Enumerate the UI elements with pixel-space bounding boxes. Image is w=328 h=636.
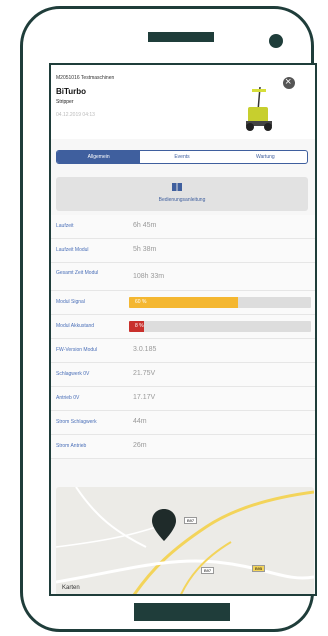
row-value: 5h 38m [133,246,157,253]
battery-bar: 8 % [129,321,311,332]
signal-bar-text: 60 % [135,299,147,305]
phone-home-button[interactable] [134,603,230,621]
info-row-modul-signal: Modul Signal 60 % [51,291,315,315]
location-map[interactable]: B97 B97 B95 Karten [56,487,314,594]
close-icon[interactable] [283,75,295,89]
row-value: 26m [133,442,147,449]
road-label: B97 [184,517,198,524]
machine-image [246,86,272,131]
manual-button[interactable]: Bedienungsanleitung [56,177,308,211]
row-value: 6h 45m [133,222,157,229]
row-label: FW-Version Modul [56,347,98,353]
detail-header: M2051016 Testmaschinen BiTurbo Stripper … [51,65,315,139]
manual-label: Bedienungsanleitung [158,197,206,203]
phone-camera [269,34,283,48]
machine-subtitle: M2051016 Testmaschinen [56,75,115,81]
row-label: Modul Akkustand [56,323,95,329]
map-credit: Karten [62,585,80,591]
info-row-antrieb-v: Antrieb 0V 17.17V [51,387,315,411]
book-icon [172,183,182,191]
tab-wartung[interactable]: Wartung [224,151,307,163]
row-value: 3.0.185 [133,346,157,353]
info-row-strom-antrieb: Strom Antrieb 26m [51,435,315,459]
road-label: B95 [252,565,266,572]
row-label: Laufzeit Modul [56,247,89,253]
info-row-strom-schlagwerk: Strom Schlagwerk 44m [51,411,315,435]
row-label: Gesamt Zeit Modul [56,270,99,276]
row-label: Schlagwerk 0V [56,371,90,377]
tab-events[interactable]: Events [140,151,223,163]
row-label: Modul Signal [56,299,85,305]
row-label: Laufzeit [56,223,74,229]
phone-speaker [148,32,214,42]
signal-bar: 60 % [129,297,311,308]
row-label: Strom Antrieb [56,443,87,449]
info-row-modul-akku: Modul Akkustand 8 % [51,315,315,339]
row-value: 108h 33m [133,273,165,280]
row-value: 44m [133,418,147,425]
machine-category: Stripper [56,99,74,105]
road-label: B97 [201,567,215,574]
app-screen: M2051016 Testmaschinen BiTurbo Stripper … [49,63,317,596]
row-value: 17.17V [133,394,156,401]
row-label: Antrieb 0V [56,395,80,401]
machine-title: BiTurbo [56,87,87,96]
location-pin-icon[interactable] [152,509,176,541]
machine-date: 04.12.2019 04:13 [56,112,95,118]
info-row-laufzeit-modul: Laufzeit Modul 5h 38m [51,239,315,263]
battery-bar-text: 8 % [135,323,144,329]
row-label: Strom Schlagwerk [56,419,97,425]
map-roads [56,487,314,594]
info-row-laufzeit: Laufzeit 6h 45m [51,215,315,239]
tab-allgemein[interactable]: Allgemein [57,151,141,163]
info-row-schlagwerk-v: Schlagwerk 0V 21.75V [51,363,315,387]
segment-tabs: Allgemein Events Wartung [56,150,308,164]
row-value: 21.75V [133,370,156,377]
info-row-fw-version: FW-Version Modul 3.0.185 [51,339,315,363]
info-row-gesamt-zeit: Gesamt Zeit Modul 108h 33m [51,263,315,291]
